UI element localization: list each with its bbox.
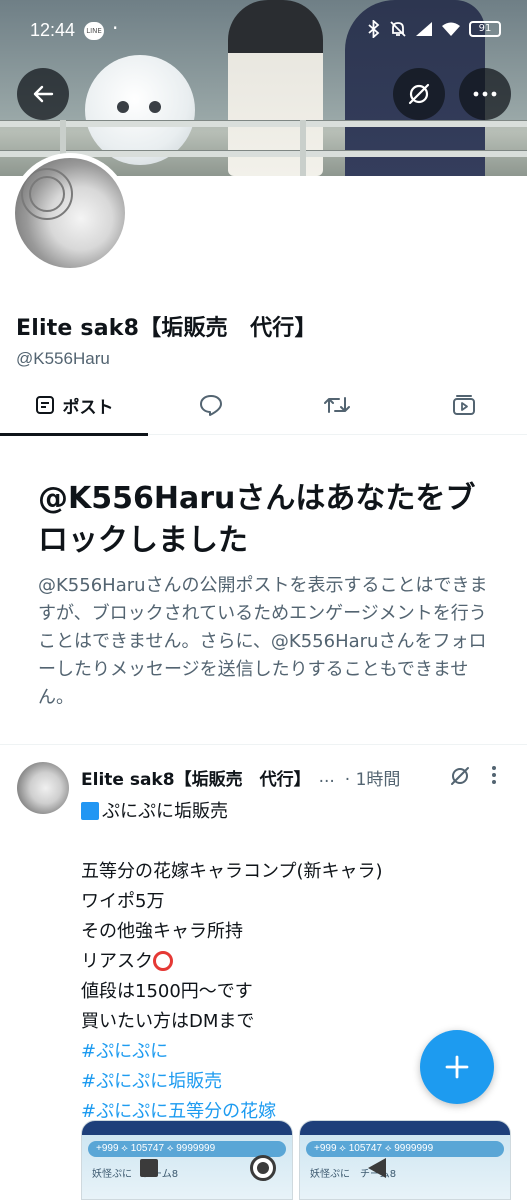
blue-square-emoji-icon xyxy=(81,802,99,820)
divider xyxy=(0,744,527,745)
compose-post-button[interactable] xyxy=(420,1030,494,1104)
tab-posts[interactable]: ポスト xyxy=(0,375,148,436)
more-options-button[interactable] xyxy=(459,68,511,120)
mute-icon xyxy=(390,21,406,37)
post-time[interactable]: · 1時間 xyxy=(345,765,401,790)
red-circle-emoji-icon xyxy=(153,951,173,971)
back-button[interactable] xyxy=(17,68,69,120)
status-bar: 12:44 LINE · 91 xyxy=(0,16,527,46)
grok-button[interactable] xyxy=(393,68,445,120)
ghost-eye xyxy=(149,101,161,113)
blocked-notice-body: @K556Haruさんの公開ポストを表示することはできますが、ブロックされている… xyxy=(38,575,488,708)
grok-icon xyxy=(451,767,469,785)
avatar-detail xyxy=(29,176,65,212)
post-line-text: 五等分の花嫁キャラコンプ(新キャラ) xyxy=(81,861,383,882)
posts-icon xyxy=(35,396,54,414)
arrow-left-icon xyxy=(33,85,54,103)
post-more-button[interactable] xyxy=(491,765,497,789)
repost-icon xyxy=(324,397,350,413)
tab-media[interactable] xyxy=(401,375,527,435)
status-icons: 91 xyxy=(367,20,501,38)
home-button[interactable] xyxy=(250,1155,276,1181)
tab-posts-label: ポスト xyxy=(62,397,114,418)
banner-railing-post xyxy=(300,120,306,176)
post-line: 買いたい方はDMまで xyxy=(81,1007,491,1037)
post-line: リアスク xyxy=(81,947,491,977)
post-line: ワイポ5万 xyxy=(81,887,491,917)
media-icon xyxy=(453,395,475,415)
post-line: 値段は1500円〜です xyxy=(81,977,491,1007)
more-horizontal-icon xyxy=(473,91,497,97)
status-time: 12:44 xyxy=(30,20,76,40)
tab-replies[interactable] xyxy=(148,375,273,435)
hashtag-link[interactable]: #ぷにぷに垢販売 xyxy=(81,1071,222,1092)
hashtag-link[interactable]: #ぷにぷに xyxy=(81,1041,168,1062)
grok-icon xyxy=(408,83,430,105)
profile-avatar[interactable] xyxy=(10,153,130,273)
post-line-text: リアスク xyxy=(81,951,153,972)
tab-reposts[interactable] xyxy=(273,375,401,435)
profile-display-name: Elite sak8【垢販売 代行】 xyxy=(16,316,317,341)
post-line-text: その他強キャラ所持 xyxy=(81,921,243,942)
post-line-text: ワイポ5万 xyxy=(81,891,165,912)
post-line xyxy=(81,827,491,857)
banner-ghost-character xyxy=(85,55,195,165)
more-vertical-icon xyxy=(492,766,496,784)
post-author-ellipsis: ... xyxy=(318,767,335,787)
post-author-avatar[interactable] xyxy=(17,762,69,814)
blocked-notice-title: @K556Haruさんはあなたをブロックしました xyxy=(38,481,476,558)
post-line: その他強キャラ所持 xyxy=(81,917,491,947)
reply-icon xyxy=(199,395,222,416)
post-header: Elite sak8【垢販売 代行】 ... · 1時間 xyxy=(81,765,441,790)
post-line-text: 値段は1500円〜です xyxy=(81,981,253,1002)
system-navigation-bar xyxy=(0,1140,527,1200)
post-line-text: 買いたい方はDMまで xyxy=(81,1011,255,1032)
avatar-image xyxy=(15,158,125,268)
post-line-text: ぷにぷに垢販売 xyxy=(102,801,228,822)
banner-railing xyxy=(0,120,527,127)
plus-icon xyxy=(445,1055,469,1079)
system-back-button[interactable] xyxy=(368,1158,386,1178)
ghost-eye xyxy=(117,101,129,113)
recents-button[interactable] xyxy=(140,1159,158,1177)
battery-icon: 91 xyxy=(469,21,501,37)
line-notification-icon: LINE xyxy=(84,22,104,40)
hashtag-link[interactable]: #ぷにぷに五等分の花嫁 xyxy=(81,1101,276,1122)
post-line: 五等分の花嫁キャラコンプ(新キャラ) xyxy=(81,857,491,887)
wifi-icon xyxy=(442,22,460,36)
post-line: ぷにぷに垢販売 xyxy=(81,797,491,827)
signal-icon xyxy=(416,22,432,36)
bluetooth-icon xyxy=(368,20,380,38)
active-tab-indicator xyxy=(0,433,148,436)
more-notifications-icon: · xyxy=(112,16,119,40)
post-grok-button[interactable] xyxy=(449,765,471,791)
profile-tabs: ポスト xyxy=(0,375,527,436)
post-author-name[interactable]: Elite sak8【垢販売 代行】 xyxy=(81,765,311,790)
profile-handle: @K556Haru xyxy=(16,349,110,368)
